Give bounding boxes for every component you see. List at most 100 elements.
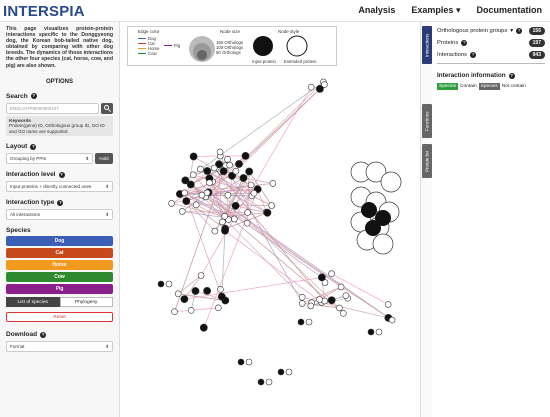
protein-node-input[interactable] <box>327 296 336 305</box>
protein-node[interactable] <box>165 280 173 288</box>
help-icon[interactable]: ? <box>508 72 515 79</box>
protein-node-input[interactable] <box>180 295 189 303</box>
protein-node-extended[interactable] <box>244 209 251 216</box>
reset-button[interactable]: Reset <box>6 312 113 323</box>
protein-node[interactable] <box>285 368 293 376</box>
species-button-pig[interactable]: Pig <box>6 284 113 295</box>
protein-node-extended[interactable] <box>380 171 402 193</box>
protein-node-input[interactable] <box>189 152 198 161</box>
protein-node-extended[interactable] <box>210 164 218 172</box>
protein-node-input[interactable] <box>365 220 381 236</box>
protein-node-extended[interactable] <box>178 208 186 215</box>
protein-node-extended[interactable] <box>372 233 394 255</box>
phylogeny-toggle[interactable]: Phylogeny <box>59 297 113 308</box>
protein-node-extended[interactable] <box>268 202 275 209</box>
protein-node-input[interactable] <box>199 323 208 332</box>
brand-logo[interactable]: INTERSPIA <box>3 3 85 20</box>
protein-node-extended[interactable] <box>307 302 315 310</box>
protein-node-input[interactable] <box>361 202 377 218</box>
help-icon[interactable]: ? <box>57 199 64 206</box>
protein-node-input[interactable] <box>317 273 326 282</box>
protein-node-extended[interactable] <box>174 290 182 298</box>
protein-node-extended[interactable] <box>388 316 396 324</box>
protein-node-extended[interactable] <box>231 215 238 223</box>
protein-node-extended[interactable] <box>328 270 335 277</box>
protein-node-extended[interactable] <box>171 308 178 316</box>
interaction-edge[interactable] <box>174 307 219 313</box>
help-icon[interactable]: ? <box>469 52 476 58</box>
protein-node[interactable] <box>305 318 313 326</box>
species-button-cow[interactable]: Cow <box>6 272 113 283</box>
protein-node-input[interactable] <box>231 201 240 210</box>
protein-node[interactable] <box>257 378 265 386</box>
protein-node-extended[interactable] <box>250 189 258 197</box>
protein-node[interactable] <box>367 328 375 336</box>
protein-node-input[interactable] <box>182 197 191 205</box>
protein-node-extended[interactable] <box>298 293 306 301</box>
tab-functions[interactable]: Functions <box>422 104 432 138</box>
protein-node-input[interactable] <box>217 292 226 301</box>
protein-node-extended[interactable] <box>243 219 251 227</box>
protein-node-extended[interactable] <box>197 272 205 279</box>
help-icon[interactable]: ? <box>461 40 468 46</box>
protein-node-extended[interactable] <box>232 167 240 175</box>
interaction-edge[interactable] <box>190 184 303 298</box>
protein-node-extended[interactable] <box>219 218 226 226</box>
protein-node-extended[interactable] <box>224 191 232 199</box>
protein-node-extended[interactable] <box>187 306 195 314</box>
protein-node-input[interactable] <box>241 151 250 160</box>
interaction-type-select[interactable]: All interactions ⬍ <box>6 209 113 221</box>
nav-documentation[interactable]: Documentation <box>476 5 542 16</box>
tab-interactions[interactable]: Interactions <box>422 26 432 64</box>
protein-node-extended[interactable] <box>336 304 343 312</box>
help-icon[interactable]: ? <box>58 171 65 178</box>
protein-node-extended[interactable] <box>316 296 323 303</box>
protein-node-input[interactable] <box>235 160 243 168</box>
protein-node-input[interactable] <box>191 287 200 295</box>
nav-examples[interactable]: Examples ▾ <box>411 5 460 16</box>
search-input[interactable]: ENSCAFP00000000107 <box>6 102 99 114</box>
interaction-edge[interactable] <box>193 155 221 157</box>
protein-node[interactable] <box>265 378 273 386</box>
tab-protein-list[interactable]: Protein list <box>422 144 432 178</box>
network-graph[interactable] <box>121 22 420 417</box>
protein-node-extended[interactable] <box>226 161 233 169</box>
protein-node-extended[interactable] <box>247 181 255 189</box>
protein-node-input[interactable] <box>245 167 254 176</box>
protein-node[interactable] <box>277 368 285 376</box>
search-button[interactable] <box>101 102 113 114</box>
interaction-edge[interactable] <box>200 86 312 276</box>
protein-node-input[interactable] <box>203 286 211 295</box>
download-format-select[interactable]: Format ⬍ <box>6 341 113 353</box>
protein-node-extended[interactable] <box>307 83 315 91</box>
protein-node[interactable] <box>237 358 245 366</box>
interaction-level-select[interactable]: Input proteins + directly connected ones… <box>6 181 113 193</box>
protein-node-extended[interactable] <box>384 301 392 308</box>
species-button-cat[interactable]: Cat <box>6 248 113 259</box>
protein-node-extended[interactable] <box>192 201 200 209</box>
interaction-edge[interactable] <box>205 88 321 198</box>
protein-node-extended[interactable] <box>342 292 350 300</box>
protein-node-extended[interactable] <box>206 179 213 186</box>
nav-analysis[interactable]: Analysis <box>358 5 395 16</box>
species-button-horse[interactable]: Horse <box>6 260 113 271</box>
interaction-edge[interactable] <box>238 81 324 165</box>
protein-node-extended[interactable] <box>298 300 306 307</box>
help-icon[interactable]: ? <box>40 331 47 338</box>
protein-node-extended[interactable] <box>217 285 224 293</box>
protein-node-input[interactable] <box>219 167 228 176</box>
protein-node-input[interactable] <box>221 226 229 235</box>
protein-node-extended[interactable] <box>221 213 228 220</box>
protein-node-extended[interactable] <box>337 283 345 291</box>
hold-button[interactable]: Hold <box>95 153 113 165</box>
protein-node-extended[interactable] <box>197 165 204 173</box>
protein-node-extended[interactable] <box>215 304 222 312</box>
protein-node-extended[interactable] <box>269 180 277 187</box>
protein-node-input[interactable] <box>239 174 248 182</box>
species-button-dog[interactable]: Dog <box>6 236 113 247</box>
protein-node[interactable] <box>245 358 253 366</box>
protein-node-input[interactable] <box>186 180 195 189</box>
protein-node-input[interactable] <box>203 167 212 175</box>
protein-node-extended[interactable] <box>224 155 231 163</box>
protein-node[interactable] <box>375 328 383 336</box>
